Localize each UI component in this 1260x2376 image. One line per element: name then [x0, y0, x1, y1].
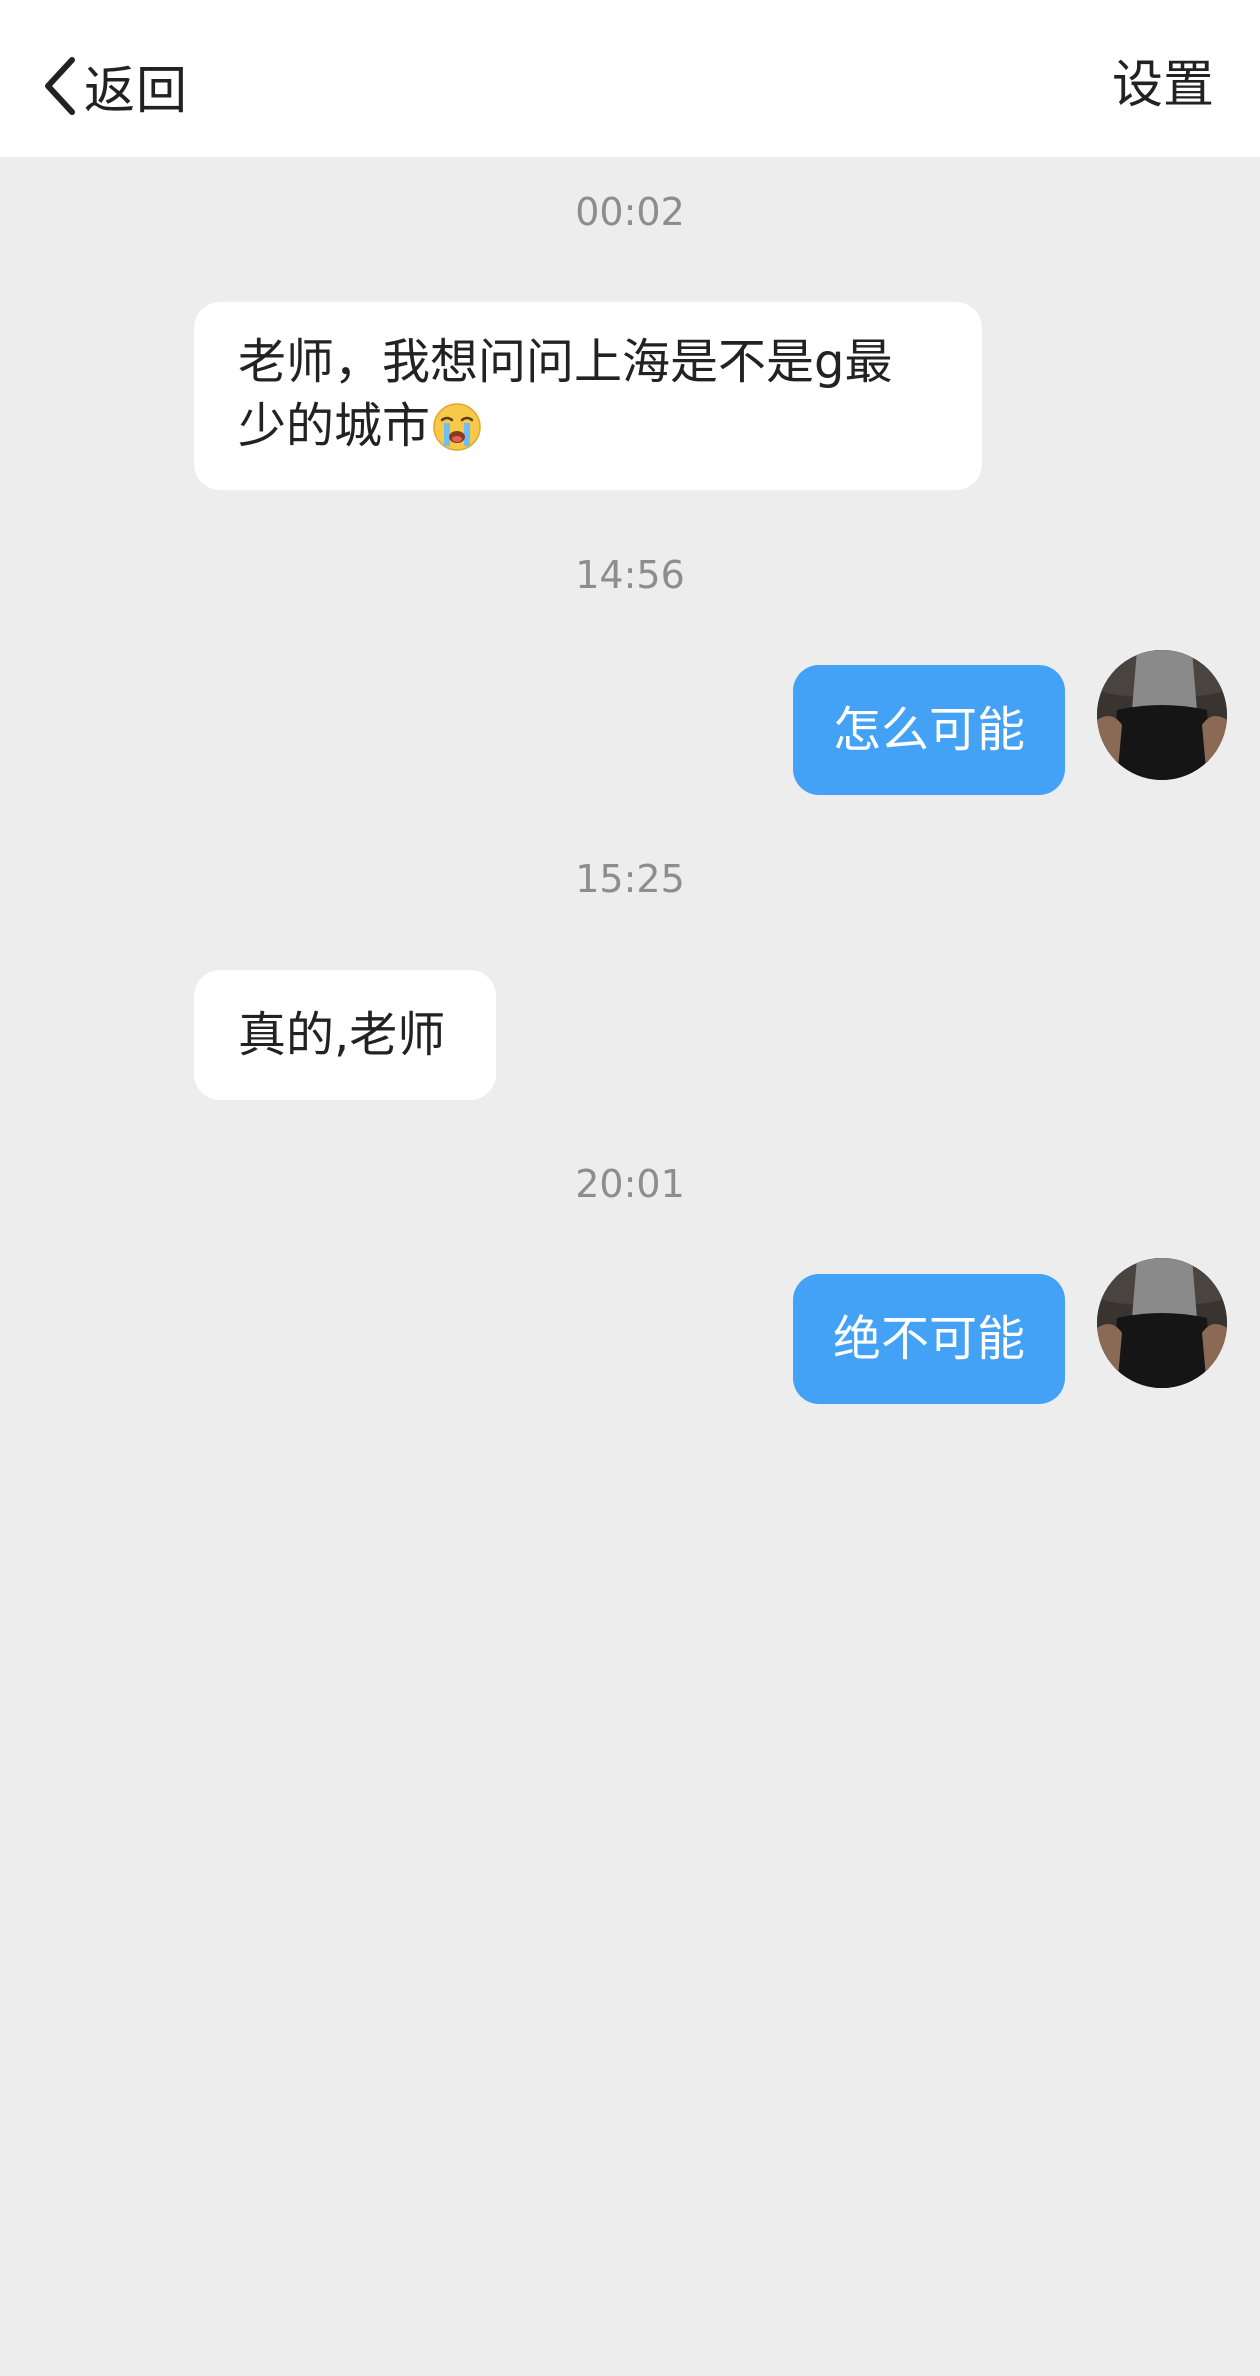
message-bubble-incoming[interactable]: 真的,老师 — [194, 970, 496, 1100]
timestamp: 14:56 — [575, 553, 685, 597]
avatar[interactable] — [1097, 650, 1227, 780]
back-button[interactable]: 返回 — [42, 46, 188, 126]
message-text: 真的,老师 — [238, 1007, 446, 1063]
timestamp: 20:01 — [575, 1162, 685, 1206]
top-bar: 返回 设置 — [0, 0, 1260, 157]
message-text: 绝不可能 — [832, 1311, 1025, 1367]
loudly-crying-face-icon — [432, 402, 482, 468]
message-bubble-outgoing[interactable]: 怎么可能 — [793, 665, 1065, 795]
back-label: 返回 — [84, 62, 189, 121]
message-bubble-outgoing[interactable]: 绝不可能 — [793, 1274, 1065, 1404]
message-bubble-incoming[interactable]: 老师，我想问问上海是不是g最少的城市 — [194, 302, 982, 490]
timestamp: 15:25 — [575, 857, 685, 901]
avatar[interactable] — [1097, 1258, 1227, 1388]
message-text: 怎么可能 — [832, 702, 1025, 758]
message-text: 老师，我想问问上海是不是g最少的城市 — [238, 334, 893, 454]
chevron-left-icon — [42, 54, 78, 118]
settings-button[interactable]: 设置 — [1112, 46, 1214, 126]
timestamp: 00:02 — [575, 190, 685, 234]
